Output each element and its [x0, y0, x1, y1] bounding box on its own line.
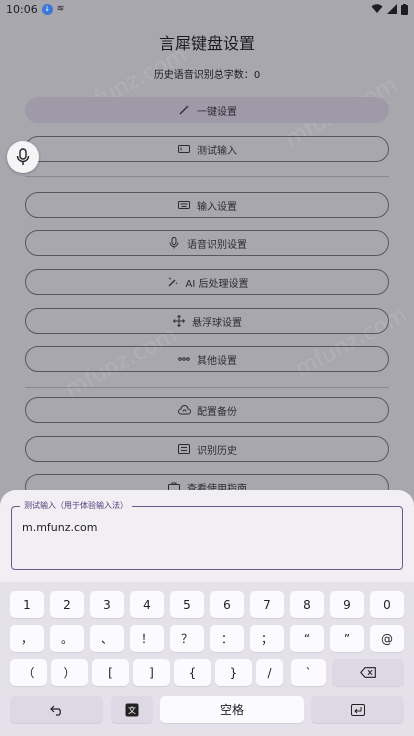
backspace-icon: [360, 667, 376, 678]
key-7[interactable]: 7: [250, 591, 284, 618]
svg-text:文: 文: [128, 705, 136, 715]
back-key[interactable]: [10, 696, 103, 723]
key-open-brace[interactable]: {: [174, 659, 211, 686]
config-backup-button[interactable]: 配置备份: [25, 397, 389, 423]
divider: [25, 387, 389, 388]
microphone-icon: [167, 236, 181, 250]
key-exclamation[interactable]: ！: [130, 625, 164, 652]
ai-settings-label: AI 后处理设置: [185, 278, 249, 290]
keyboard-icon: [177, 198, 191, 212]
input-settings-button[interactable]: 输入设置: [25, 192, 389, 218]
floating-mic-button[interactable]: [7, 141, 39, 173]
key-9[interactable]: 9: [330, 591, 364, 618]
key-open-bracket[interactable]: [: [92, 659, 129, 686]
microphone-icon: [16, 148, 30, 165]
key-0[interactable]: 0: [370, 591, 404, 618]
key-close-bracket[interactable]: ]: [133, 659, 170, 686]
one-click-setup-button[interactable]: 一键设置: [25, 97, 389, 123]
float-settings-button[interactable]: 悬浮球设置: [25, 308, 389, 334]
history-button[interactable]: 识别历史: [25, 436, 389, 462]
battery-icon: [401, 3, 408, 15]
key-close-brace[interactable]: }: [215, 659, 252, 686]
float-settings-label: 悬浮球设置: [192, 317, 242, 329]
key-slash[interactable]: /: [256, 659, 283, 686]
key-1[interactable]: 1: [10, 591, 44, 618]
cloud-sync-icon: [177, 403, 191, 417]
more-dots-icon: [177, 352, 191, 366]
key-question[interactable]: ？: [170, 625, 204, 652]
key-4[interactable]: 4: [130, 591, 164, 618]
key-at[interactable]: @: [370, 625, 404, 652]
config-backup-label: 配置备份: [197, 406, 237, 418]
voice-settings-button[interactable]: 语音识别设置: [25, 230, 389, 256]
notification-icon: ≋: [56, 4, 65, 14]
history-count-value: 0: [253, 70, 261, 81]
undo-icon: [49, 705, 61, 716]
enter-icon: [350, 703, 365, 716]
divider: [25, 176, 389, 177]
history-count-label: 历史语音识别总字数：: [153, 70, 254, 81]
enter-key[interactable]: [311, 696, 404, 723]
ai-wand-icon: [166, 275, 180, 289]
move-icon: [172, 314, 186, 328]
test-input-field[interactable]: 测试输入（用于体验输入法） m.mfunz.com: [11, 500, 403, 570]
other-settings-button[interactable]: 其他设置: [25, 346, 389, 372]
magic-wand-icon: [177, 103, 191, 117]
download-icon: ↓: [41, 3, 53, 15]
test-input-field-label: 测试输入（用于体验输入法）: [20, 500, 132, 511]
test-input-button[interactable]: 测试输入: [25, 136, 389, 162]
keyboard: 1 2 3 4 5 6 7 8 9 0 ， 。 、 ！ ？ ： ； “ ” @ …: [0, 582, 414, 736]
one-click-setup-label: 一键设置: [197, 106, 237, 118]
translate-icon: 文: [125, 703, 139, 716]
key-open-quote[interactable]: “: [290, 625, 324, 652]
key-5[interactable]: 5: [170, 591, 204, 618]
other-settings-label: 其他设置: [197, 355, 237, 367]
input-settings-label: 输入设置: [197, 201, 237, 213]
signal-icon: [387, 4, 397, 14]
history-label: 识别历史: [197, 445, 237, 457]
key-3[interactable]: 3: [90, 591, 124, 618]
test-input-label: 测试输入: [197, 145, 237, 157]
status-time: 10:06: [6, 2, 38, 16]
history-list-icon: [177, 442, 191, 456]
key-comma[interactable]: ，: [10, 625, 44, 652]
key-open-paren[interactable]: （: [10, 659, 47, 686]
test-input-field-value[interactable]: m.mfunz.com: [22, 521, 98, 534]
key-semicolon[interactable]: ；: [250, 625, 284, 652]
language-switch-key[interactable]: 文: [111, 696, 153, 723]
key-enum-comma[interactable]: 、: [90, 625, 124, 652]
page-title: 言犀键盘设置: [158, 34, 255, 53]
voice-settings-label: 语音识别设置: [187, 239, 247, 251]
key-8[interactable]: 8: [290, 591, 324, 618]
key-close-paren[interactable]: ）: [51, 659, 88, 686]
key-2[interactable]: 2: [50, 591, 84, 618]
wifi-icon: [371, 4, 383, 13]
ai-settings-button[interactable]: AI 后处理设置: [25, 269, 389, 295]
key-colon[interactable]: ：: [210, 625, 244, 652]
key-close-quote[interactable]: ”: [330, 625, 364, 652]
key-backtick[interactable]: `: [291, 659, 326, 686]
keyboard-input-icon: [177, 142, 191, 156]
key-period[interactable]: 。: [50, 625, 84, 652]
status-icons: [371, 3, 408, 15]
space-key[interactable]: 空格: [160, 696, 304, 723]
backspace-key[interactable]: [332, 659, 404, 686]
history-count: 历史语音识别总字数：0: [0, 66, 414, 81]
key-6[interactable]: 6: [210, 591, 244, 618]
status-bar: 10:06 ↓ ≋: [0, 0, 414, 18]
